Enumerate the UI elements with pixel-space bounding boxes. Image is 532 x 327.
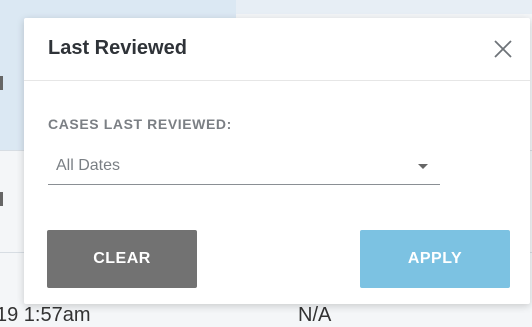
background-row-marker <box>0 192 3 206</box>
apply-button[interactable]: APPLY <box>360 230 510 288</box>
cases-last-reviewed-label: CASES LAST REVIEWED: <box>48 116 232 132</box>
date-range-select-value: All Dates <box>56 157 121 174</box>
last-reviewed-popover: Last Reviewed CASES LAST REVIEWED: All D… <box>24 18 530 304</box>
dropdown-arrow-icon <box>418 164 428 169</box>
popover-title: Last Reviewed <box>48 37 187 59</box>
close-icon[interactable] <box>490 36 516 62</box>
background-row-marker <box>0 76 3 90</box>
popover-header: Last Reviewed <box>24 18 530 81</box>
date-range-select[interactable]: All Dates <box>48 150 440 185</box>
clear-button[interactable]: CLEAR <box>47 230 197 288</box>
